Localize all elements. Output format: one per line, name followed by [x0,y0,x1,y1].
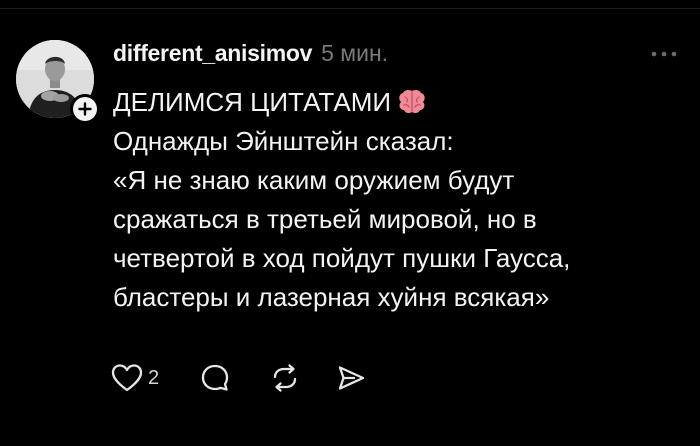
repost-button[interactable] [269,360,301,396]
post-line: «Я не знаю каким оружием будут [113,165,515,195]
brain-icon [399,89,425,114]
post-line: бластеры и лазерная хуйня всякая» [113,282,550,312]
plus-icon [78,102,92,116]
comment-button[interactable] [199,360,231,396]
post-timestamp: 5 мин. [321,40,389,66]
post-title-line: ДЕЛИМСЯ ЦИТАТАМИ [113,83,683,122]
post-line: Однажды Эйнштейн сказал: [113,126,454,156]
send-icon [338,366,365,390]
post-line: сражаться в третьей мировой, но в [113,204,537,234]
repost-icon [273,364,297,392]
more-horizontal-icon [651,51,677,57]
like-count: 2 [148,366,160,389]
post-text: ДЕЛИМСЯ ЦИТАТАМИ Однажды Эйнштейн сказал… [113,83,683,317]
like-button[interactable]: 2 [110,360,159,396]
share-button[interactable] [335,360,367,396]
post-line: четвертой в ход пойдут пушки Гаусса, [113,243,571,273]
top-divider [0,8,700,9]
heart-icon [111,364,143,392]
follow-button[interactable] [70,94,100,124]
more-options-button[interactable] [646,42,682,66]
post-actions: 2 [110,360,367,396]
author-avatar-container[interactable] [16,40,100,124]
post-title: ДЕЛИМСЯ ЦИТАТАМИ [113,87,392,117]
post-header: different_anisimov 5 мин. [113,40,388,70]
author-username[interactable]: different_anisimov [113,40,312,67]
comment-icon [201,364,229,391]
